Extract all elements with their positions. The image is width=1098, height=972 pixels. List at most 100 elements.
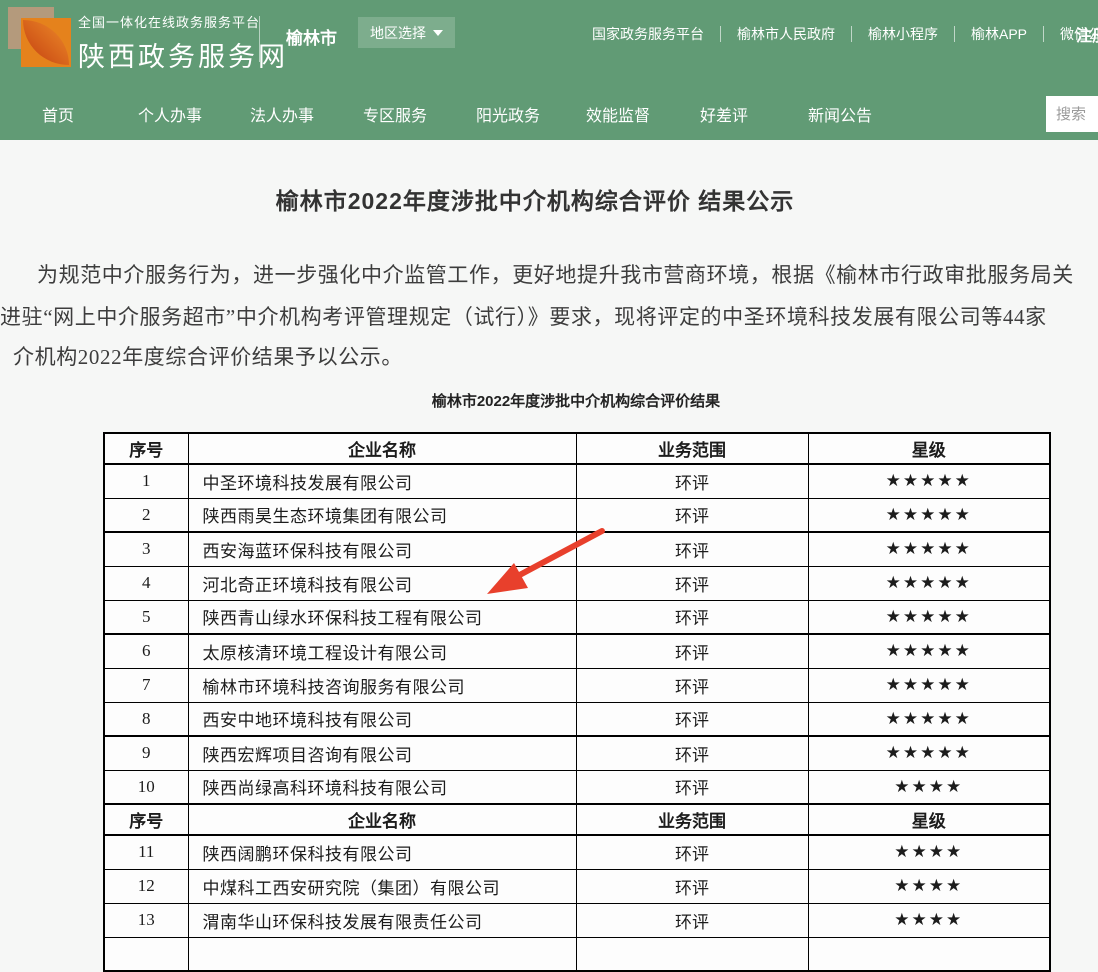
table-row: 7榆林市环境科技咨询服务有限公司环评★★★★★ [104, 668, 1050, 702]
site-logo[interactable] [8, 7, 68, 67]
cell-name: 陕西尚绿高科环境科技有限公司 [188, 770, 576, 804]
region-select-button[interactable]: 地区选择 [358, 17, 455, 48]
nav-item-新闻公告[interactable]: 新闻公告 [808, 102, 872, 126]
column-header: 序号 [104, 804, 188, 835]
cell-star: ★★★★ [808, 869, 1050, 903]
cell-star: ★★★★★ [808, 702, 1050, 736]
cell-name: 西安中地环境科技有限公司 [188, 702, 576, 736]
cell-scope: 环评 [576, 634, 808, 668]
cell-no: 8 [104, 702, 188, 736]
header-link[interactable]: 榆林市人民政府 [721, 24, 851, 44]
cell-name: 陕西青山绿水环保科技工程有限公司 [188, 600, 576, 634]
cell-name: 陕西宏辉项目咨询有限公司 [188, 736, 576, 770]
column-header: 序号 [104, 433, 188, 464]
cell-scope: 环评 [576, 566, 808, 600]
cell-name: 河北奇正环境科技有限公司 [188, 566, 576, 600]
header-link[interactable]: 国家政务服务平台 [576, 24, 720, 44]
paragraph-line-1: 为规范中介服务行为，进一步强化中介监管工作，更好地提升我市营商环境，根据《榆林市… [37, 259, 1074, 289]
cell-no: 4 [104, 566, 188, 600]
table-caption: 榆林市2022年度涉批中介机构综合评价结果 [103, 390, 1049, 411]
paragraph-line-3: 介机构2022年度综合评价结果予以公示。 [13, 341, 403, 371]
cell-star: ★★★★★ [808, 532, 1050, 566]
region-select-label: 地区选择 [370, 23, 426, 43]
cell-star: ★★★★★ [808, 464, 1050, 498]
cell-star: ★★★★ [808, 835, 1050, 869]
brand-site-name: 陕西政务服务网 [78, 35, 288, 74]
cell-no: 6 [104, 634, 188, 668]
table-row: 1中圣环境科技发展有限公司环评★★★★★ [104, 464, 1050, 498]
register-link[interactable]: 注册 [1076, 22, 1098, 46]
header-link[interactable]: 榆林APP [955, 24, 1043, 44]
main-nav: 首页 个人办事 法人办事 专区服务 阳光政务 效能监督 好差评 新闻公告 [0, 85, 1098, 140]
cell-name: 中煤科工西安研究院（集团）有限公司 [188, 869, 576, 903]
cell-no: 1 [104, 464, 188, 498]
column-header: 业务范围 [576, 433, 808, 464]
column-header: 企业名称 [188, 433, 576, 464]
nav-item-首页[interactable]: 首页 [42, 102, 74, 126]
cell-scope [576, 937, 808, 971]
column-header: 星级 [808, 804, 1050, 835]
cell-scope: 环评 [576, 464, 808, 498]
cell-star: ★★★★★ [808, 566, 1050, 600]
cell-star: ★★★★ [808, 770, 1050, 804]
table-header-row: 序号企业名称业务范围星级 [104, 433, 1050, 464]
table-header-row: 序号企业名称业务范围星级 [104, 804, 1050, 835]
cell-star: ★★★★ [808, 903, 1050, 937]
cell-no: 7 [104, 668, 188, 702]
table-row [104, 937, 1050, 971]
cell-scope: 环评 [576, 835, 808, 869]
cell-scope: 环评 [576, 903, 808, 937]
cell-scope: 环评 [576, 869, 808, 903]
header-link[interactable]: 榆林小程序 [852, 24, 954, 44]
cell-scope: 环评 [576, 770, 808, 804]
cell-name: 渭南华山环保科技发展有限责任公司 [188, 903, 576, 937]
cell-no: 11 [104, 835, 188, 869]
column-header: 企业名称 [188, 804, 576, 835]
cell-star: ★★★★★ [808, 736, 1050, 770]
top-header-bar: 全国一体化在线政务服务平台 陕西政务服务网 榆林市 地区选择 国家政务服务平台榆… [0, 0, 1098, 85]
header-links: 国家政务服务平台榆林市人民政府榆林小程序榆林APP微信公众号 [576, 24, 1098, 44]
cell-star [808, 937, 1050, 971]
cell-name: 中圣环境科技发展有限公司 [188, 464, 576, 498]
current-city-label: 榆林市 [286, 24, 337, 49]
site-brand[interactable]: 全国一体化在线政务服务平台 陕西政务服务网 [78, 12, 288, 74]
nav-item-效能监督[interactable]: 效能监督 [586, 102, 650, 126]
nav-item-个人办事[interactable]: 个人办事 [138, 102, 202, 126]
cell-scope: 环评 [576, 702, 808, 736]
table-row: 3西安海蓝环保科技有限公司环评★★★★★ [104, 532, 1050, 566]
table-row: 2陕西雨昊生态环境集团有限公司环评★★★★★ [104, 498, 1050, 532]
nav-item-阳光政务[interactable]: 阳光政务 [476, 102, 540, 126]
page: { "colors": { "header_green": "#619b75",… [0, 0, 1098, 947]
paragraph-line-2: 进驻“网上中介服务超市”中介机构考评管理规定（试行）》要求，现将评定的中圣环境科… [0, 301, 1047, 331]
nav-item-法人办事[interactable]: 法人办事 [250, 102, 314, 126]
cell-scope: 环评 [576, 668, 808, 702]
cell-name [188, 937, 576, 971]
results-table: 序号企业名称业务范围星级1中圣环境科技发展有限公司环评★★★★★2陕西雨昊生态环… [103, 432, 1051, 972]
column-header: 业务范围 [576, 804, 808, 835]
cell-star: ★★★★★ [808, 498, 1050, 532]
cell-no: 5 [104, 600, 188, 634]
cell-star: ★★★★★ [808, 600, 1050, 634]
cell-no [104, 937, 188, 971]
cell-no: 2 [104, 498, 188, 532]
table-row: 10陕西尚绿高科环境科技有限公司环评★★★★ [104, 770, 1050, 804]
table-row: 12中煤科工西安研究院（集团）有限公司环评★★★★ [104, 869, 1050, 903]
cell-name: 西安海蓝环保科技有限公司 [188, 532, 576, 566]
table-row: 11陕西阔鹏环保科技有限公司环评★★★★ [104, 835, 1050, 869]
table-row: 8西安中地环境科技有限公司环评★★★★★ [104, 702, 1050, 736]
cell-name: 榆林市环境科技咨询服务有限公司 [188, 668, 576, 702]
table-row: 9陕西宏辉项目咨询有限公司环评★★★★★ [104, 736, 1050, 770]
cell-star: ★★★★★ [808, 668, 1050, 702]
cell-name: 陕西阔鹏环保科技有限公司 [188, 835, 576, 869]
nav-item-专区服务[interactable]: 专区服务 [363, 102, 427, 126]
cell-no: 3 [104, 532, 188, 566]
search-input[interactable] [1046, 96, 1098, 132]
cell-name: 太原核清环境工程设计有限公司 [188, 634, 576, 668]
table-row: 5陕西青山绿水环保科技工程有限公司环评★★★★★ [104, 600, 1050, 634]
results-table-body: 序号企业名称业务范围星级1中圣环境科技发展有限公司环评★★★★★2陕西雨昊生态环… [104, 433, 1050, 971]
table-row: 6太原核清环境工程设计有限公司环评★★★★★ [104, 634, 1050, 668]
nav-item-好差评[interactable]: 好差评 [700, 102, 748, 126]
cell-no: 13 [104, 903, 188, 937]
cell-scope: 环评 [576, 600, 808, 634]
column-header: 星级 [808, 433, 1050, 464]
